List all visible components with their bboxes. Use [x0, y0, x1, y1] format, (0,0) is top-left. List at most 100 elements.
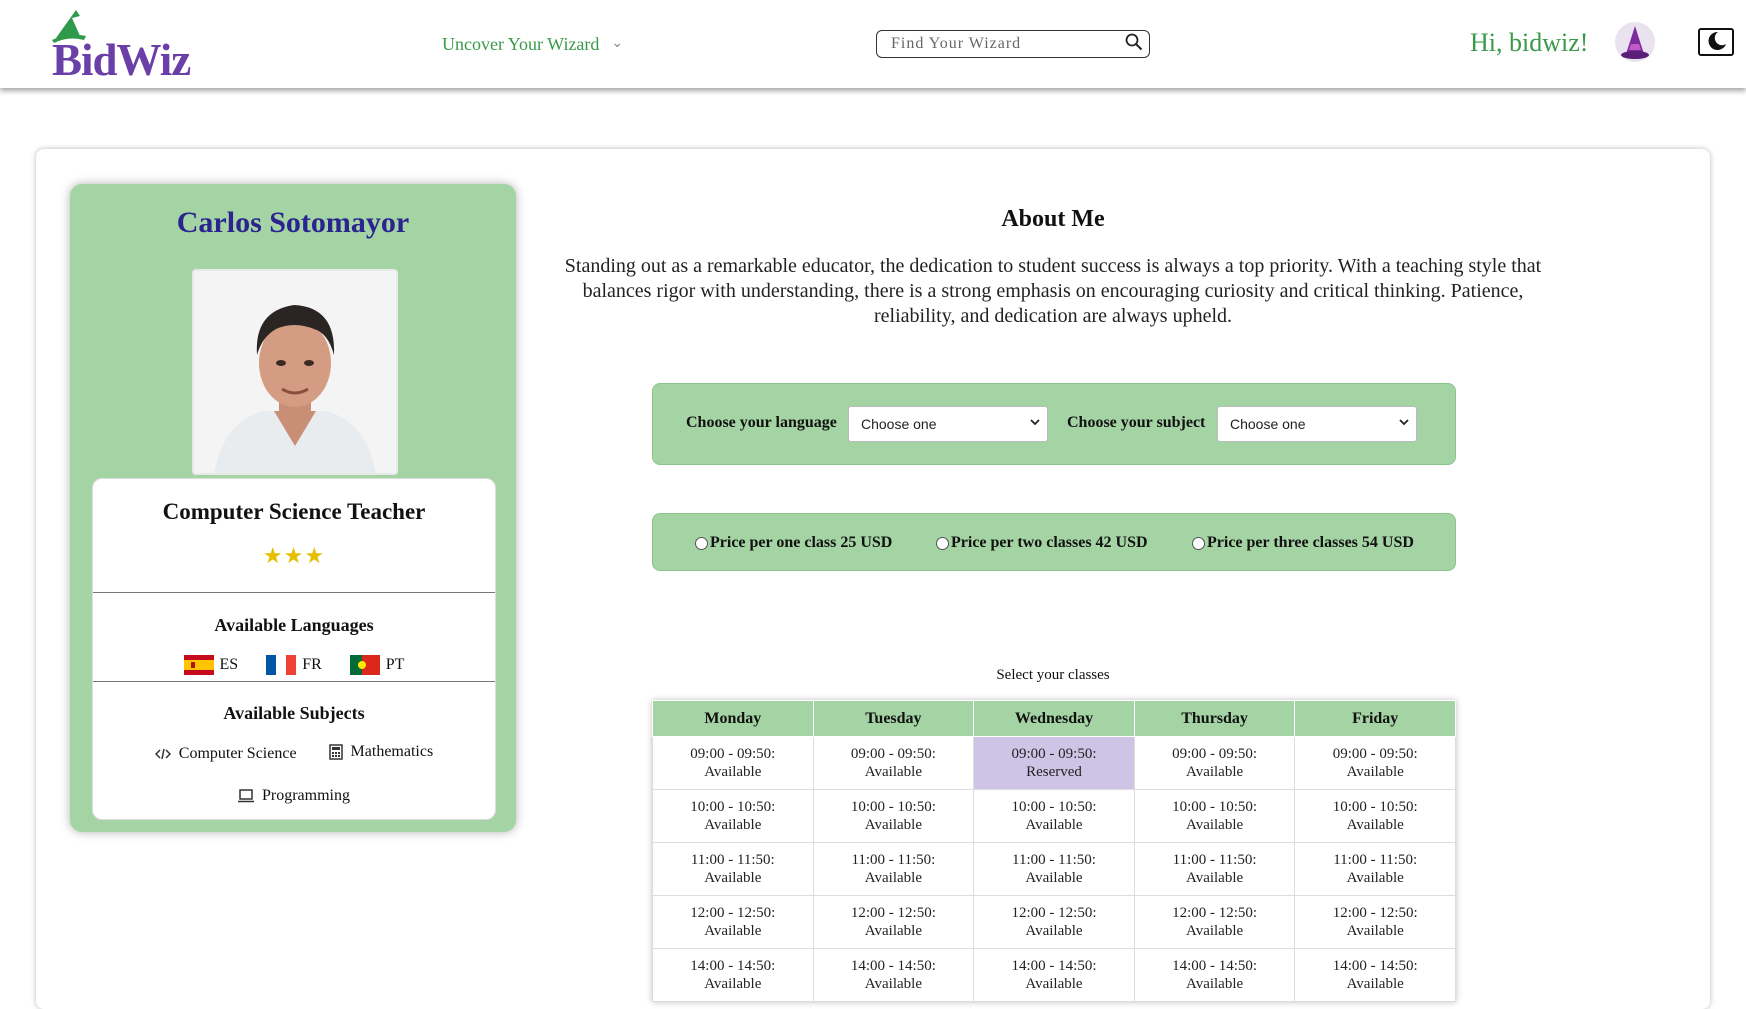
search-input[interactable] — [889, 31, 1113, 57]
time-slot-time: 11:00 - 11:50: — [1172, 852, 1257, 868]
time-slot-cell[interactable]: 12:00 - 12:50: Available — [973, 895, 1135, 949]
time-slot-cell[interactable]: 10:00 - 10:50: Available — [1294, 789, 1456, 843]
time-slot-time: 10:00 - 10:50: — [1172, 799, 1258, 815]
chevron-down-icon — [1030, 419, 1040, 426]
languages-title: Available Languages — [214, 615, 374, 635]
chevron-down-icon — [1399, 419, 1409, 426]
subjects-row: Programming — [93, 787, 495, 808]
language-select-label: Choose your language — [686, 414, 837, 431]
calculator-icon — [328, 744, 343, 760]
languages-list: ES FR PT — [93, 655, 495, 680]
uncover-wizard-dropdown[interactable]: Uncover Your Wizard ⌄ — [442, 34, 623, 55]
wizard-hat-avatar-icon — [1621, 26, 1649, 59]
time-slot-cell[interactable]: 10:00 - 10:50: Available — [652, 789, 814, 843]
time-slot-cell[interactable]: 09:00 - 09:50: Available — [652, 736, 814, 790]
price-option-one[interactable]: Price per one class 25 USD — [695, 534, 892, 552]
time-slot-status: Available — [864, 764, 922, 780]
time-slot-status: Available — [1346, 817, 1404, 833]
time-slot-time: 14:00 - 14:50: — [850, 958, 936, 974]
time-slot-status: Available — [1185, 817, 1244, 833]
teacher-photo — [192, 269, 398, 475]
subject-mathematics: Mathematics — [328, 743, 434, 761]
radio-button[interactable] — [1192, 536, 1205, 550]
radio-button[interactable] — [936, 536, 949, 550]
dark-mode-toggle[interactable] — [1698, 28, 1734, 56]
day-header: Wednesday — [973, 700, 1135, 737]
portugal-flag-icon — [349, 655, 380, 675]
time-slot-status: Available — [704, 923, 762, 939]
time-slot-cell[interactable]: 11:00 - 11:50: Available — [1294, 842, 1456, 896]
language-es: ES — [183, 655, 238, 675]
moon-icon — [1708, 31, 1726, 50]
time-slot-status: Reserved — [1026, 764, 1082, 780]
bidwiz-logo[interactable]: BidWiz — [50, 6, 200, 85]
time-slot-status: Available — [1346, 923, 1404, 939]
top-navbar: BidWiz Uncover Your Wizard ⌄ Hi, bidwiz! — [0, 0, 1746, 88]
time-slot-time: 11:00 - 11:50: — [690, 852, 775, 868]
time-slot-time: 09:00 - 09:50: — [1332, 746, 1418, 762]
teacher-title: Computer Science Teacher — [162, 499, 426, 524]
course-selector-panel: Choose your language Choose one Choose y… — [652, 383, 1456, 465]
time-slot-cell[interactable]: 14:00 - 14:50: Available — [1133, 948, 1296, 1002]
time-slot-cell[interactable]: 11:00 - 11:50: Available — [973, 842, 1135, 896]
language-select[interactable]: Choose one — [848, 406, 1048, 442]
time-slot-time: 11:00 - 11:50: — [1333, 852, 1418, 868]
time-slot-time: 10:00 - 10:50: — [690, 799, 776, 815]
time-slot-cell[interactable]: 14:00 - 14:50: Available — [1294, 948, 1456, 1002]
time-slot-cell[interactable]: 09:00 - 09:50: Available — [1133, 736, 1296, 790]
time-slot-cell[interactable]: 14:00 - 14:50: Available — [973, 948, 1135, 1002]
time-slot-status: Available — [1346, 764, 1404, 780]
price-options-panel: Price per one class 25 USD Price per two… — [652, 513, 1456, 571]
logo-text: BidWiz — [52, 35, 191, 85]
price-option-three[interactable]: Price per three classes 54 USD — [1192, 534, 1414, 552]
time-slot-time: 12:00 - 12:50: — [1172, 905, 1258, 921]
time-slot-cell[interactable]: 09:00 - 09:50: Reserved — [973, 736, 1135, 790]
subjects-row: Computer Science Mathematics — [93, 743, 495, 765]
language-select-value: Choose one — [861, 416, 937, 432]
time-slot-cell[interactable]: 11:00 - 11:50: Available — [812, 842, 975, 896]
teacher-name: Carlos Sotomayor — [176, 206, 410, 239]
search-icon[interactable] — [1125, 33, 1143, 51]
table-row: 10:00 - 10:50: Available 10:00 - 10:50: Ava… — [652, 789, 1456, 843]
time-slot-cell[interactable]: 12:00 - 12:50: Available — [1133, 895, 1296, 949]
chevron-down-icon: ⌄ — [611, 36, 624, 51]
time-slot-cell[interactable]: 10:00 - 10:50: Available — [973, 789, 1135, 843]
time-slot-status: Available — [1185, 923, 1244, 939]
time-slot-status: Available — [704, 976, 762, 992]
time-slot-status: Available — [1025, 976, 1083, 992]
subject-select[interactable]: Choose one — [1217, 406, 1417, 442]
rating-stars: ★★★ — [262, 543, 326, 568]
schedule-table: Monday Tuesday Wednesday Thursday Friday… — [652, 700, 1456, 1002]
time-slot-cell[interactable]: 10:00 - 10:50: Available — [1133, 789, 1296, 843]
time-slot-cell[interactable]: 09:00 - 09:50: Available — [1294, 736, 1456, 790]
language-fr: FR — [266, 655, 322, 675]
time-slot-status: Available — [864, 870, 922, 886]
price-option-label: Price per three classes 54 USD — [1207, 534, 1414, 551]
time-slot-cell[interactable]: 10:00 - 10:50: Available — [812, 789, 975, 843]
table-row: 09:00 - 09:50: Available 09:00 - 09:50: Ava… — [652, 736, 1456, 790]
table-row: 14:00 - 14:50: Available 14:00 - 14:50: Ava… — [652, 948, 1456, 1002]
price-option-two[interactable]: Price per two classes 42 USD — [936, 534, 1148, 552]
teacher-profile-card: Carlos Sotomayor Computer Science Teache… — [70, 184, 516, 832]
subject-programming: Programming — [238, 787, 350, 805]
time-slot-cell[interactable]: 12:00 - 12:50: Available — [812, 895, 975, 949]
time-slot-time: 11:00 - 11:50: — [851, 852, 936, 868]
time-slot-time: 09:00 - 09:50: — [1172, 746, 1258, 762]
price-option-label: Price per one class 25 USD — [710, 534, 893, 551]
time-slot-cell[interactable]: 14:00 - 14:50: Available — [652, 948, 814, 1002]
time-slot-status: Available — [1346, 870, 1404, 886]
time-slot-cell[interactable]: 11:00 - 11:50: Available — [1133, 842, 1296, 896]
time-slot-cell[interactable]: 12:00 - 12:50: Available — [652, 895, 814, 949]
time-slot-time: 12:00 - 12:50: — [1011, 905, 1097, 921]
time-slot-cell[interactable]: 09:00 - 09:50: Available — [812, 736, 975, 790]
subject-select-label: Choose your subject — [1067, 414, 1206, 431]
time-slot-status: Available — [1025, 870, 1083, 886]
user-avatar[interactable] — [1615, 22, 1655, 62]
time-slot-cell[interactable]: 14:00 - 14:50: Available — [812, 948, 975, 1002]
radio-button[interactable] — [695, 536, 708, 550]
time-slot-status: Available — [864, 817, 922, 833]
time-slot-cell[interactable]: 11:00 - 11:50: Available — [652, 842, 814, 896]
time-slot-cell[interactable]: 12:00 - 12:50: Available — [1294, 895, 1456, 949]
divider — [93, 592, 495, 593]
subject-label: Mathematics — [350, 743, 434, 760]
